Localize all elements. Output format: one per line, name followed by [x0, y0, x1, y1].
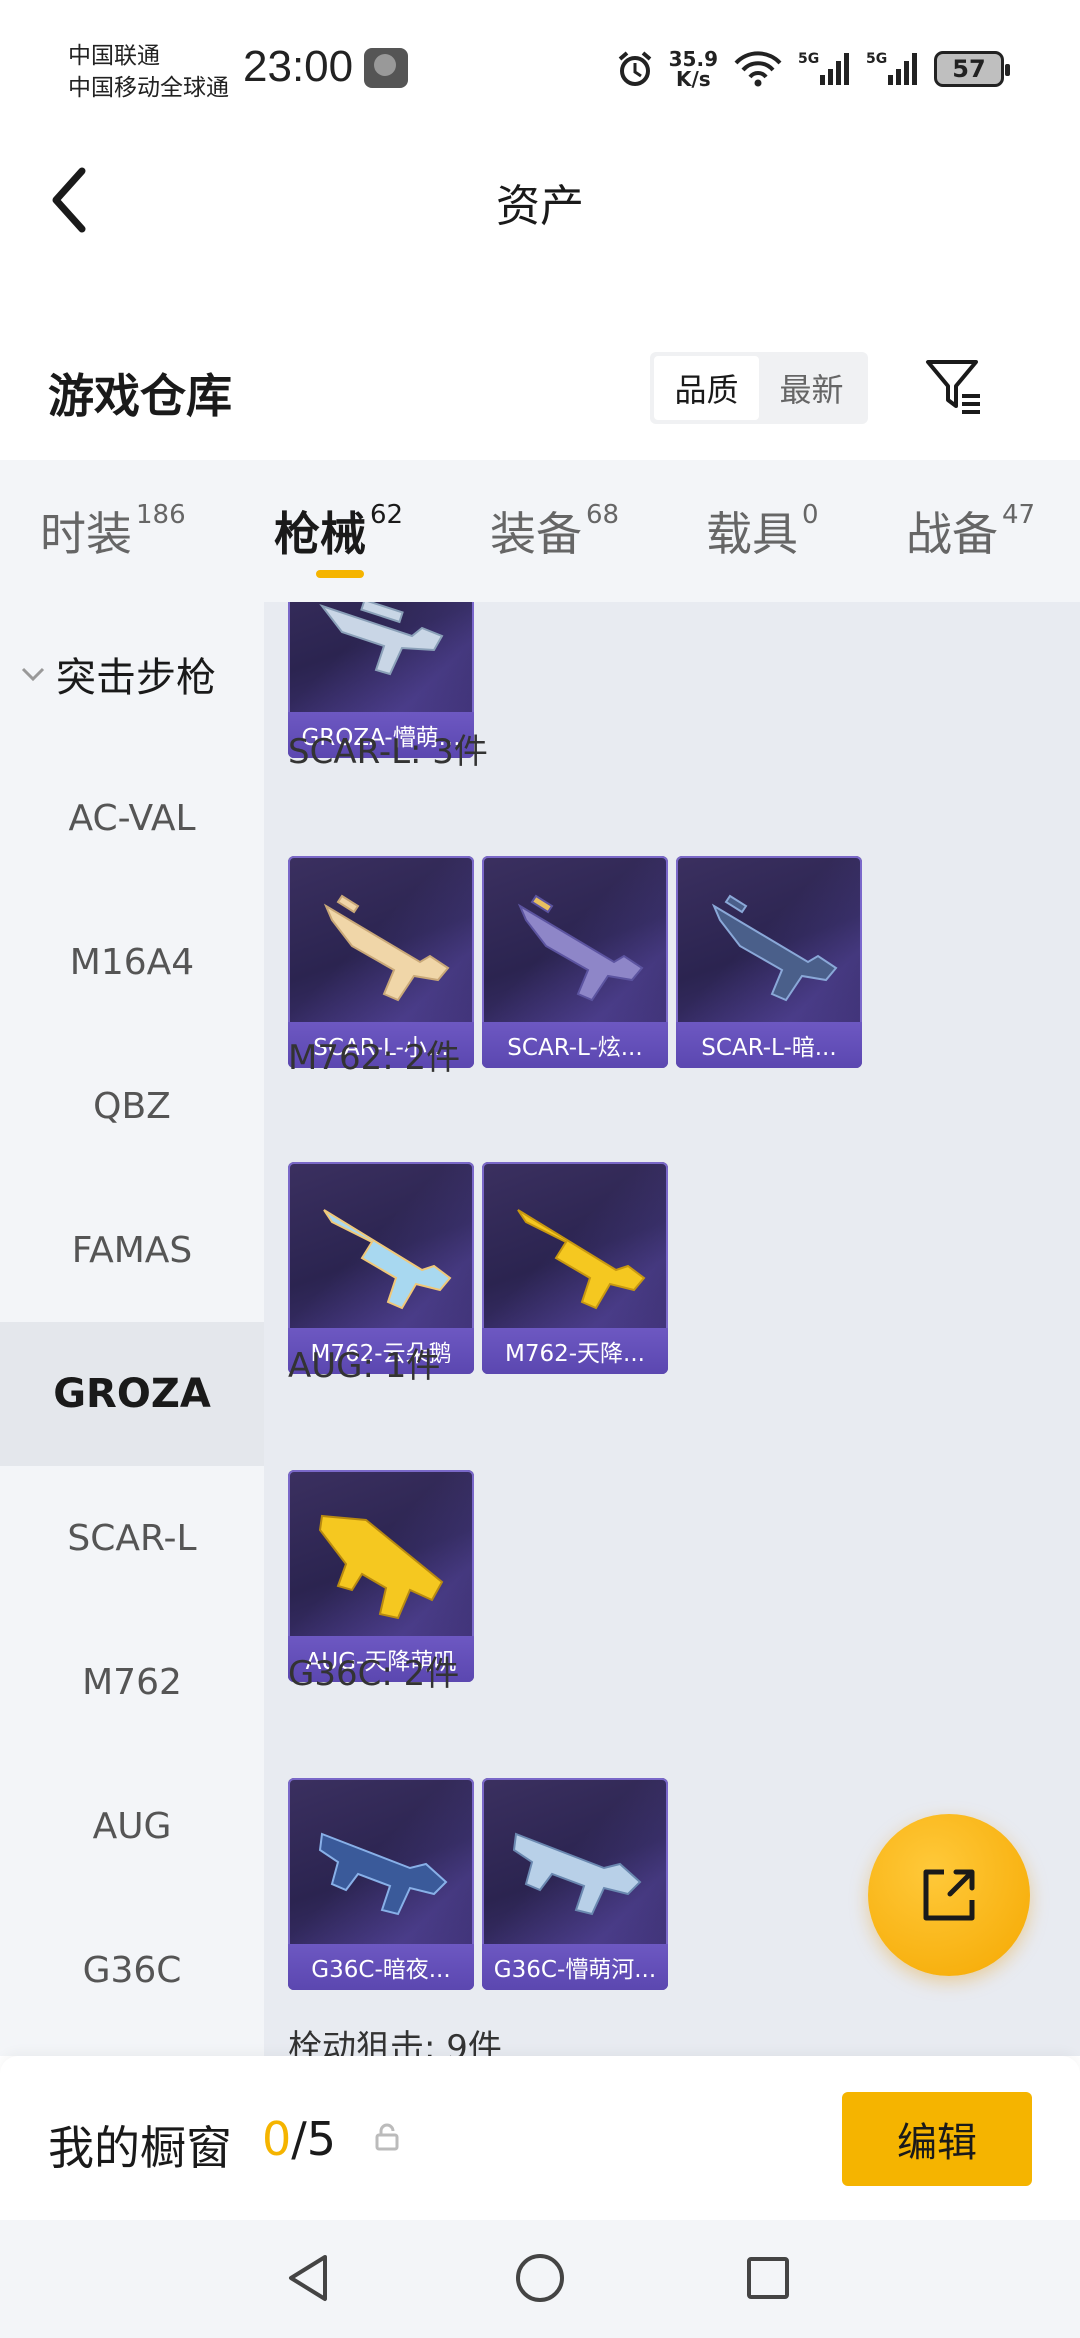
tab-label: 时装 — [40, 507, 132, 561]
page-title: 资产 — [496, 181, 584, 232]
sidebar-item-m762[interactable]: M762 — [0, 1610, 264, 1754]
showcase-count: 0/5 — [262, 2112, 336, 2166]
rifle-icon — [323, 894, 450, 1002]
showcase-used: 0 — [262, 2112, 292, 2166]
skin-card-scar-l-3[interactable]: SCAR-L-暗... — [676, 856, 862, 1068]
skin-name: G36C-懵萌河... — [482, 1944, 668, 1990]
sort-option-quality[interactable]: 品质 — [654, 356, 759, 420]
net-speed-unit: K/s — [675, 67, 711, 91]
carrier-info: 中国联通 中国移动全球通 — [68, 40, 229, 104]
alarm-icon — [615, 49, 655, 89]
skin-name: SCAR-L-暗... — [676, 1022, 862, 1068]
sort-option-newest[interactable]: 最新 — [759, 356, 864, 420]
tab-label: 战备 — [906, 507, 998, 561]
group-label-g36c: G36C: 2件 — [288, 1654, 460, 1694]
rifle-icon — [319, 602, 444, 676]
active-tab-indicator — [316, 570, 364, 578]
tab-label: 装备 — [490, 507, 582, 561]
sidebar-item-qbz[interactable]: QBZ — [0, 1034, 264, 1178]
sidebar-group-label: 突击步枪 — [56, 655, 216, 701]
group-label-m762: M762: 2件 — [288, 1038, 461, 1078]
tab-label: 枪械 — [274, 507, 366, 561]
app-header: 资产 — [0, 120, 1080, 280]
tab-count: 0 — [802, 500, 819, 530]
filter-button[interactable] — [922, 354, 986, 418]
signal-5g-icon-2: 5G — [866, 49, 920, 89]
notification-avatar-icon — [364, 48, 408, 88]
skin-name: G36C-暗夜... — [288, 1944, 474, 1990]
skin-card-scar-l-2[interactable]: SCAR-L-炫... — [482, 856, 668, 1068]
rifle-icon — [323, 1209, 452, 1310]
skin-card-g36c-2[interactable]: G36C-懵萌河... — [482, 1778, 668, 1990]
rifle-icon — [517, 1209, 646, 1310]
sidebar-item-aug[interactable]: AUG — [0, 1754, 264, 1898]
sidebar-group-assault-rifles[interactable]: 突击步枪 — [0, 602, 264, 746]
wifi-icon — [732, 49, 784, 89]
weapon-type-sidebar: 突击步枪 AC-VAL M16A4 QBZ FAMAS GROZA SCAR-L… — [0, 602, 264, 2056]
sidebar-item-g36c[interactable]: G36C — [0, 1898, 264, 2042]
showcase-title: 我的橱窗 — [48, 2121, 232, 2175]
warehouse-bar: 游戏仓库 品质 最新 — [0, 320, 1080, 460]
sidebar-item-groza[interactable]: GROZA — [0, 1322, 264, 1466]
status-time: 23:00 — [243, 42, 354, 91]
status-bar: 中国联通 中国移动全球通 23:00 35.9 K/s 5G 5G 57 — [0, 0, 1080, 120]
share-fab-button[interactable] — [868, 1814, 1030, 1976]
rifle-icon — [318, 1514, 444, 1620]
rifle-icon — [512, 1832, 642, 1916]
sidebar-item-scar-l[interactable]: SCAR-L — [0, 1466, 264, 1610]
tab-equipment[interactable]: 装备 68 — [490, 460, 619, 602]
edit-button[interactable]: 编辑 — [842, 2092, 1032, 2186]
warehouse-title: 游戏仓库 — [48, 369, 232, 423]
circle-home-icon — [516, 2254, 564, 2302]
rifle-icon — [517, 894, 644, 1002]
system-nav-bar — [0, 2220, 1080, 2338]
filter-icon — [926, 360, 980, 414]
net-speed: 35.9 K/s — [669, 49, 718, 89]
square-recents-icon — [747, 2257, 789, 2299]
skin-name: SCAR-L-炫... — [482, 1022, 668, 1068]
signal-5g-icon: 5G — [798, 49, 852, 89]
category-tabs: 时装 186 枪械 62 装备 68 载具 0 战备 47 — [0, 460, 1080, 602]
carrier-2: 中国移动全球通 — [68, 75, 229, 101]
tab-count: 62 — [370, 500, 404, 530]
share-external-icon — [923, 1869, 975, 1921]
nav-recents-button[interactable] — [736, 2246, 800, 2310]
triangle-back-icon — [289, 2255, 327, 2301]
carrier-1: 中国联通 — [68, 43, 160, 69]
tab-vehicles[interactable]: 载具 0 — [706, 460, 819, 602]
tab-firearms[interactable]: 枪械 62 — [274, 460, 403, 602]
tab-supplies[interactable]: 战备 47 — [906, 460, 1035, 602]
sidebar-item-famas[interactable]: FAMAS — [0, 1178, 264, 1322]
group-label-scar-l: SCAR-L: 3件 — [288, 732, 488, 772]
skin-card-g36c-1[interactable]: G36C-暗夜... — [288, 1778, 474, 1990]
tab-label: 载具 — [706, 507, 798, 561]
skin-name: M762-天降... — [482, 1328, 668, 1374]
sidebar-item-ac-val[interactable]: AC-VAL — [0, 746, 264, 890]
status-icons: 35.9 K/s 5G 5G 57 — [615, 44, 1010, 94]
sidebar-item-m16a4[interactable]: M16A4 — [0, 890, 264, 1034]
tab-count: 47 — [1002, 500, 1036, 530]
nav-home-button[interactable] — [508, 2246, 572, 2310]
tab-count: 68 — [586, 500, 620, 530]
sort-toggle: 品质 最新 — [650, 352, 868, 424]
nav-back-button[interactable] — [276, 2246, 340, 2310]
svg-text:5G: 5G — [866, 51, 887, 67]
battery-icon: 57 — [934, 51, 1010, 87]
tab-count: 186 — [136, 500, 186, 530]
chevron-down-icon — [21, 667, 45, 682]
net-speed-value: 35.9 — [668, 47, 718, 71]
rifle-icon — [318, 1832, 448, 1916]
skin-card-m762-2[interactable]: M762-天降... — [482, 1162, 668, 1374]
showcase-total: /5 — [291, 2112, 337, 2166]
group-label-aug: AUG: 1件 — [288, 1346, 441, 1386]
rifle-icon — [711, 894, 838, 1002]
showcase-bar: 我的橱窗 0/5 编辑 — [0, 2056, 1080, 2220]
group-label-bolt-action: 栓动狙击: 9件 — [288, 2028, 502, 2056]
lock-icon — [375, 2123, 399, 2151]
svg-text:5G: 5G — [798, 51, 819, 67]
tab-fashion[interactable]: 时装 186 — [40, 460, 186, 602]
